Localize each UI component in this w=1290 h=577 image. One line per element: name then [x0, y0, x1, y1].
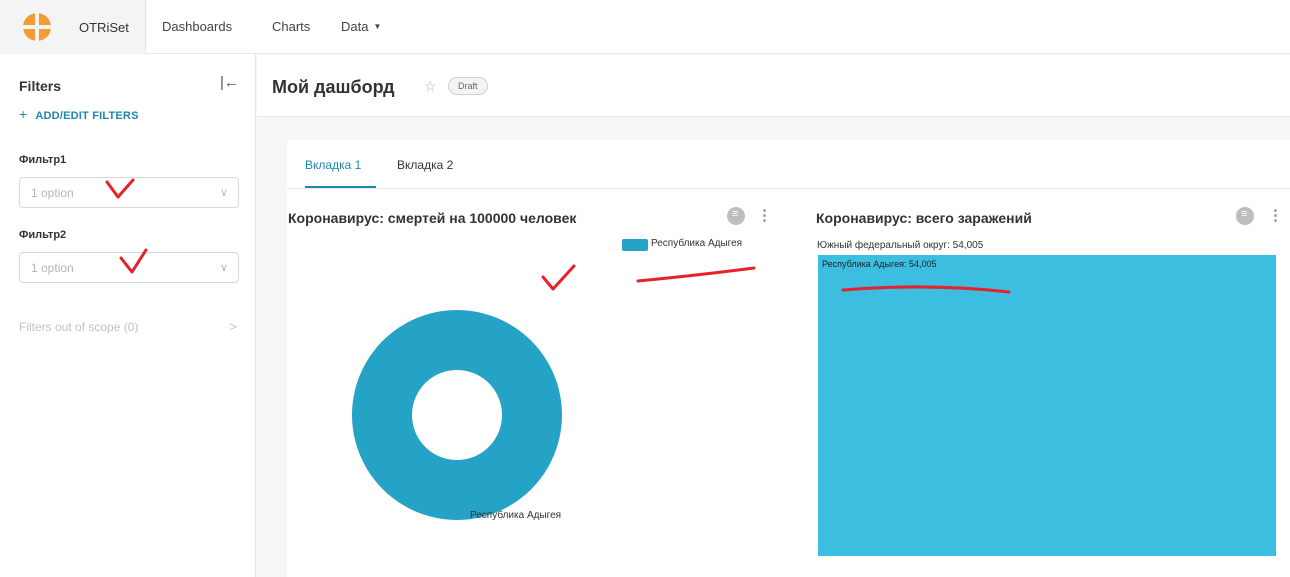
more-options-icon[interactable]: ⋮ [757, 208, 772, 223]
brand-name: OTRiSet [79, 20, 129, 35]
donut-slice-label: Республика Адыгея [470, 510, 562, 521]
brand-area[interactable]: OTRiSet [0, 0, 146, 54]
dashboard-title[interactable]: Мой дашборд [272, 77, 395, 98]
plus-icon: + [19, 106, 28, 122]
status-badge: Draft [448, 77, 488, 95]
filter-1-placeholder: 1 option [31, 186, 74, 200]
caret-down-icon: ▼ [373, 22, 382, 31]
filter-indicator-icon[interactable] [727, 207, 745, 225]
filters-out-of-scope[interactable]: Filters out of scope (0) > [19, 319, 237, 334]
tab-vkladka-2[interactable]: Вкладка 2 [397, 158, 453, 172]
add-edit-filters-button[interactable]: + ADD/EDIT FILTERS [19, 106, 139, 122]
dashboard-header: Мой дашборд ☆ Draft [257, 55, 1290, 117]
legend-label[interactable]: Республика Адыгея [651, 238, 742, 249]
logo-icon [22, 12, 52, 42]
donut-slice[interactable] [351, 310, 562, 520]
filter-2-placeholder: 1 option [31, 261, 74, 275]
treemap-root-label: Южный федеральный округ: 54,005 [817, 240, 984, 251]
star-icon[interactable]: ☆ [424, 78, 437, 95]
nav-data-label: Data [341, 19, 369, 34]
add-edit-filters-label: ADD/EDIT FILTERS [35, 110, 139, 122]
collapse-sidebar-icon[interactable]: |← [220, 74, 239, 91]
treemap-leaf-label: Республика Адыгея: 54,005 [822, 259, 937, 269]
more-options-icon[interactable]: ⋮ [1268, 208, 1283, 223]
nav-charts[interactable]: Charts [272, 19, 310, 34]
active-tab-indicator [305, 186, 376, 188]
filter-1-select[interactable]: 1 option ∨ [19, 177, 239, 208]
tab-vkladka-1[interactable]: Вкладка 1 [305, 158, 361, 172]
filter-1-label: Фильтр1 [19, 154, 67, 166]
filters-title: Filters [19, 78, 62, 94]
nav-dashboards[interactable]: Dashboards [162, 19, 232, 34]
filters-sidebar: Filters |← + ADD/EDIT FILTERS Фильтр1 1 o… [0, 54, 256, 577]
top-navbar: OTRiSet Dashboards Charts Data ▼ [0, 0, 1290, 54]
chevron-right-icon: > [229, 319, 237, 334]
chevron-down-icon: ∨ [219, 187, 228, 199]
nav-data[interactable]: Data ▼ [341, 19, 381, 34]
donut-chart [351, 310, 562, 520]
chevron-down-icon: ∨ [219, 262, 228, 274]
filter-2-select[interactable]: 1 option ∨ [19, 252, 239, 283]
chart-2-title: Коронавирус: всего заражений [816, 210, 1032, 226]
legend-swatch[interactable] [622, 239, 648, 251]
treemap-leaf[interactable]: Республика Адыгея: 54,005 [818, 255, 1276, 556]
filter-2-label: Фильтр2 [19, 229, 67, 241]
chart-1-title: Коронавирус: смертей на 100000 человек [288, 210, 577, 226]
dashboard-content: Вкладка 1 Вкладка 2 Коронавирус: смертей… [287, 140, 1290, 577]
filter-indicator-icon[interactable] [1236, 207, 1254, 225]
filters-out-of-scope-label: Filters out of scope (0) [19, 320, 139, 334]
tab-bar: Вкладка 1 Вкладка 2 [287, 140, 1290, 189]
